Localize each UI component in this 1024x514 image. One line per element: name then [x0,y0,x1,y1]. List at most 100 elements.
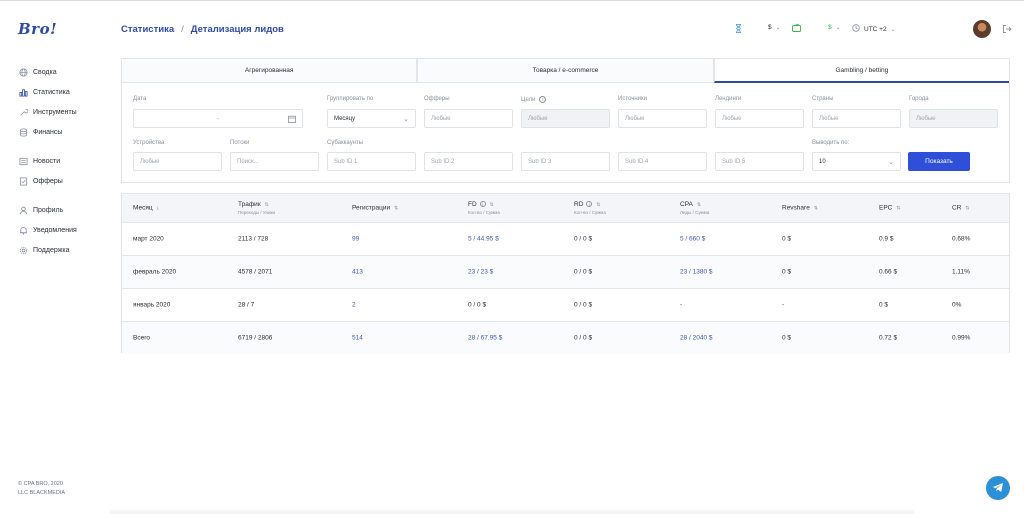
cell-rd: 0 / 0 $ [574,301,593,309]
chevron-down-icon: ⌄ [775,25,781,31]
breadcrumb-current: Детализация лидов [190,24,284,35]
table-row: март 2020 2113 / 728 99 5 / 44.95 $ 0 / … [122,222,1009,255]
wallet-button[interactable] [792,23,801,34]
cell-registrations[interactable]: 413 [352,269,363,276]
sources-label: Источники [618,96,647,102]
sidebar-item-statistics[interactable]: Статистика [18,82,113,102]
sidebar-item-news[interactable]: Новости [18,151,113,171]
user-icon [18,205,28,215]
devices-select[interactable]: Любые [133,152,222,171]
chevron-down-icon: ⌄ [888,159,894,166]
chevron-down-icon: ⌄ [835,25,841,31]
countries-select[interactable]: Любые [812,109,901,128]
header-fd[interactable]: FD i ⇅ Кол-во / Сумма [468,201,500,215]
header-month[interactable]: Месяц ↓ [133,205,159,212]
cell-fd[interactable]: 5 / 44.95 $ [468,236,499,243]
cell-traffic: 28 / 7 [238,301,255,309]
header-revshare[interactable]: Revshare ⇅ [782,205,818,212]
sidebar-item-label: Статистика [33,88,70,96]
breadcrumb-parent[interactable]: Статистика [121,24,174,35]
cell-traffic: 6719 / 2806 [238,334,273,342]
sort-icon: ⇅ [696,202,702,208]
cell-traffic: 2113 / 728 [238,235,269,243]
breadcrumb: Статистика / Детализация лидов [121,24,284,35]
logout-icon[interactable] [1002,24,1012,34]
sources-select[interactable]: Любые [618,109,707,128]
date-range-input[interactable]: - [133,109,303,128]
timezone-value: UTC +2 [864,25,887,33]
footer-copyright: © CPA BRO, 2020 [18,481,63,487]
sidebar-item-notifications[interactable]: Уведомления [18,220,113,240]
brand-logo[interactable]: Bro! [18,20,57,38]
sidebar-item-label: Поддержка [33,246,70,254]
avatar[interactable] [973,20,991,38]
cell-fd[interactable]: 23 / 23 $ [468,269,493,276]
cell-registrations[interactable]: 2 [352,302,356,309]
currency-select[interactable]: $ ⌄ [768,24,781,31]
cities-select[interactable]: Любые [909,109,998,128]
sort-icon: ⇅ [394,205,399,212]
hourglass-icon [735,24,742,35]
group-by-value: Месяцу [334,115,356,122]
header-cpa[interactable]: CPA ⇅ Лиды / Сумма [680,201,709,215]
sub-id-4-input[interactable]: Sub ID 4 [618,152,707,171]
subaccounts-label: Субаккаунты [327,140,364,146]
cell-cpa[interactable]: 28 / 2040 $ [680,335,713,342]
header-epc[interactable]: EPC ⇅ [879,205,901,212]
show-button[interactable]: Показать [908,152,970,171]
breadcrumb-separator: / [181,24,184,35]
chevron-down-icon: ⌄ [890,26,896,33]
sidebar-item-support[interactable]: Поддержка [18,240,113,260]
table-total-row: Всего 6719 / 2806 514 28 / 67.95 $ 0 / 0… [122,321,1009,354]
per-page-label: Выводить по: [812,140,850,146]
streams-search-input[interactable]: Поиск... [230,152,319,171]
header-registrations[interactable]: Регистрации ⇅ [352,205,398,212]
bar-chart-icon [18,87,28,97]
per-page-select[interactable]: 10 ⌄ [812,152,901,171]
sub-id-3-input[interactable]: Sub ID 3 [521,152,610,171]
cell-cpa[interactable]: 23 / 1380 $ [680,269,713,276]
sidebar-item-finances[interactable]: Финансы [18,122,113,142]
tab-aggregated[interactable]: Агрегированная [122,59,418,83]
calendar-icon [288,115,296,125]
cell-cpa[interactable]: 5 / 660 $ [680,236,705,243]
sub-id-2-input[interactable]: Sub ID 2 [424,152,513,171]
header-traffic[interactable]: Трафик ⇅ Переходы / Уники [238,201,275,215]
goals-select[interactable]: Любые [521,109,610,128]
offers-select[interactable]: Любые [424,109,513,128]
header-rd[interactable]: RD i ⇅ Кол-во / Сумма [574,201,606,215]
top-border [0,0,1024,1]
sidebar-item-label: Сводка [33,68,57,76]
sidebar-item-offers[interactable]: Офферы [18,171,113,191]
cell-cpa: - [680,301,683,309]
currency-value: $ [768,24,772,31]
sidebar-item-tools[interactable]: Инструменты [18,102,113,122]
sidebar-item-summary[interactable]: Сводка [18,62,113,82]
chevron-down-icon: ⌄ [403,116,409,123]
landings-select[interactable]: Любые [715,109,804,128]
sidebar-item-profile[interactable]: Профиль [18,200,113,220]
footer-company: LLC BLACKMEDIA [18,490,66,496]
sidebar-item-label: Новости [33,157,61,165]
tab-ecommerce[interactable]: Товарка / e-commerce [417,59,714,83]
sub-id-1-input[interactable]: Sub ID 1 [327,152,416,171]
cell-cr: 1.11% [952,268,970,276]
group-by-select[interactable]: Месяцу ⌄ [327,109,416,128]
gear-icon [18,245,28,255]
timezone-select[interactable]: UTC +2 ⌄ [852,24,896,34]
cell-fd[interactable]: 28 / 67.95 $ [468,335,502,342]
sub-id-5-input[interactable]: Sub ID 5 [715,152,804,171]
group-by-label: Группировать по [327,96,374,102]
cell-registrations[interactable]: 99 [352,236,359,243]
header-cr[interactable]: CR ⇅ [952,205,970,212]
sort-desc-icon: ↓ [156,205,160,212]
tab-gambling[interactable]: Gambling / betting [713,59,1009,83]
sort-icon: ⇅ [965,205,970,212]
cell-registrations[interactable]: 514 [352,335,363,342]
balance-select[interactable]: $ ⌄ [828,24,841,31]
footer: © CPA BRO, 2020 LLC BLACKMEDIA [18,480,65,498]
hourglass-button[interactable] [735,24,742,35]
telegram-button[interactable] [986,476,1010,500]
cell-month: февраль 2020 [133,268,177,276]
cities-label: Города [909,96,929,102]
